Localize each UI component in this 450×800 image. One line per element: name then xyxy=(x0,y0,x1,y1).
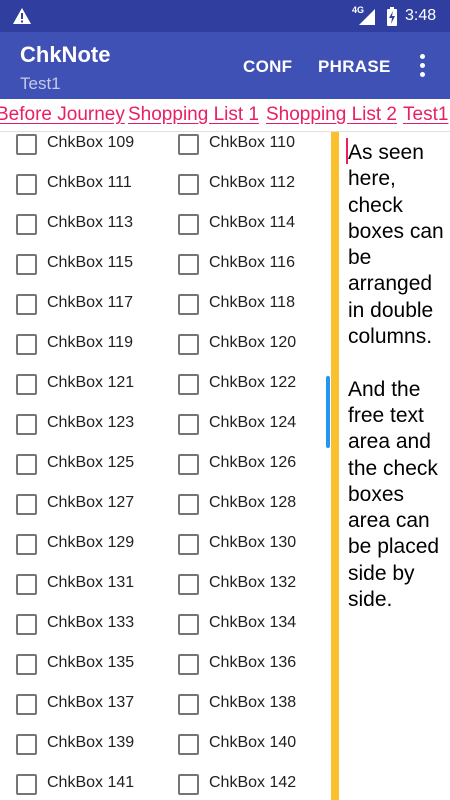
checkbox[interactable] xyxy=(16,494,37,515)
checkbox-label: ChkBox 137 xyxy=(47,694,135,711)
signal-icon xyxy=(359,9,375,25)
checkbox-label: ChkBox 126 xyxy=(209,454,297,471)
checkbox-label: ChkBox 129 xyxy=(47,534,135,551)
checkbox[interactable] xyxy=(178,414,199,435)
checkbox-label: ChkBox 110 xyxy=(209,134,295,151)
checkbox[interactable] xyxy=(16,774,37,795)
checkbox[interactable] xyxy=(178,214,199,235)
checkbox[interactable] xyxy=(16,654,37,675)
checkbox-label: ChkBox 127 xyxy=(47,494,135,511)
checkbox-label: ChkBox 135 xyxy=(47,654,135,671)
checkbox[interactable] xyxy=(178,734,199,755)
phrase-button[interactable]: PHRASE xyxy=(318,57,391,77)
warning-icon xyxy=(13,8,31,24)
checkbox-label: ChkBox 142 xyxy=(209,774,297,791)
checkbox-label: ChkBox 138 xyxy=(209,694,297,711)
pane-separator[interactable] xyxy=(331,132,339,800)
checkbox[interactable] xyxy=(178,694,199,715)
checkbox-label: ChkBox 113 xyxy=(47,214,133,231)
checkbox-label: ChkBox 139 xyxy=(47,734,135,751)
checkbox[interactable] xyxy=(178,374,199,395)
checkbox[interactable] xyxy=(16,294,37,315)
checkbox[interactable] xyxy=(178,294,199,315)
tab-shopping-list-2[interactable]: Shopping List 2 xyxy=(266,104,397,126)
checkbox-label: ChkBox 131 xyxy=(47,574,135,591)
checkbox-label: ChkBox 124 xyxy=(209,414,297,431)
checkbox-label: ChkBox 116 xyxy=(209,254,295,271)
checkbox[interactable] xyxy=(178,654,199,675)
checkbox[interactable] xyxy=(178,614,199,635)
free-text-area[interactable]: As seen here, check boxes can be arrange… xyxy=(348,140,450,613)
app-bar: ChkNote Test1 CONF PHRASE xyxy=(0,32,450,99)
checkbox-label: ChkBox 140 xyxy=(209,734,297,751)
checkbox-label: ChkBox 112 xyxy=(209,174,295,191)
checkbox[interactable] xyxy=(178,494,199,515)
checkbox-label: ChkBox 128 xyxy=(209,494,297,511)
checkbox-label: ChkBox 111 xyxy=(47,174,132,191)
checkbox[interactable] xyxy=(16,254,37,275)
checkbox[interactable] xyxy=(16,374,37,395)
tab-test1[interactable]: Test1 xyxy=(403,104,448,126)
checkbox[interactable] xyxy=(178,774,199,795)
checkbox[interactable] xyxy=(16,174,37,195)
note-tabs: Before Journey Shopping List 1 Shopping … xyxy=(0,99,450,131)
battery-icon xyxy=(387,7,397,26)
checkbox[interactable] xyxy=(178,334,199,355)
tab-before-journey[interactable]: Before Journey xyxy=(0,104,125,126)
checkbox[interactable] xyxy=(16,694,37,715)
checkbox[interactable] xyxy=(16,334,37,355)
checkbox[interactable] xyxy=(178,134,199,155)
tab-shopping-list-1[interactable]: Shopping List 1 xyxy=(128,104,259,126)
checkbox-label: ChkBox 133 xyxy=(47,614,135,631)
checkbox-label: ChkBox 109 xyxy=(47,134,135,151)
checkbox-label: ChkBox 119 xyxy=(47,334,133,351)
checkbox-label: ChkBox 132 xyxy=(209,574,297,591)
app-title: ChkNote xyxy=(20,42,111,67)
checkbox[interactable] xyxy=(16,614,37,635)
checkbox-label: ChkBox 115 xyxy=(47,254,133,271)
checkbox[interactable] xyxy=(16,214,37,235)
checkbox[interactable] xyxy=(16,414,37,435)
checkbox-label: ChkBox 120 xyxy=(209,334,297,351)
app-subtitle: Test1 xyxy=(20,74,61,93)
checkbox[interactable] xyxy=(16,734,37,755)
scrollbar-thumb[interactable] xyxy=(326,376,330,448)
checkbox-label: ChkBox 121 xyxy=(47,374,135,391)
checkbox-label: ChkBox 118 xyxy=(209,294,295,311)
checkbox-label: ChkBox 130 xyxy=(209,534,297,551)
status-bar: 4G 3:48 xyxy=(0,0,450,32)
checkbox[interactable] xyxy=(178,174,199,195)
checkbox[interactable] xyxy=(16,574,37,595)
checkbox-label: ChkBox 134 xyxy=(209,614,297,631)
conf-button[interactable]: CONF xyxy=(243,57,292,77)
checkbox[interactable] xyxy=(178,574,199,595)
checkbox[interactable] xyxy=(178,254,199,275)
checkbox[interactable] xyxy=(16,134,37,155)
checkbox-label: ChkBox 114 xyxy=(209,214,295,231)
clock: 3:48 xyxy=(405,7,437,24)
checkbox-label: ChkBox 141 xyxy=(47,774,135,791)
checkbox[interactable] xyxy=(16,534,37,555)
checkbox-label: ChkBox 122 xyxy=(209,374,297,391)
checkbox-label: ChkBox 117 xyxy=(47,294,133,311)
checkbox[interactable] xyxy=(178,454,199,475)
checkbox-area[interactable]: ChkBox 109 ChkBox 110 ChkBox 111 ChkBox 112… xyxy=(0,132,330,800)
checkbox[interactable] xyxy=(178,534,199,555)
more-vert-icon[interactable] xyxy=(414,54,430,80)
checkbox-label: ChkBox 136 xyxy=(209,654,297,671)
checkbox-label: ChkBox 123 xyxy=(47,414,135,431)
checkbox-label: ChkBox 125 xyxy=(47,454,135,471)
checkbox[interactable] xyxy=(16,454,37,475)
